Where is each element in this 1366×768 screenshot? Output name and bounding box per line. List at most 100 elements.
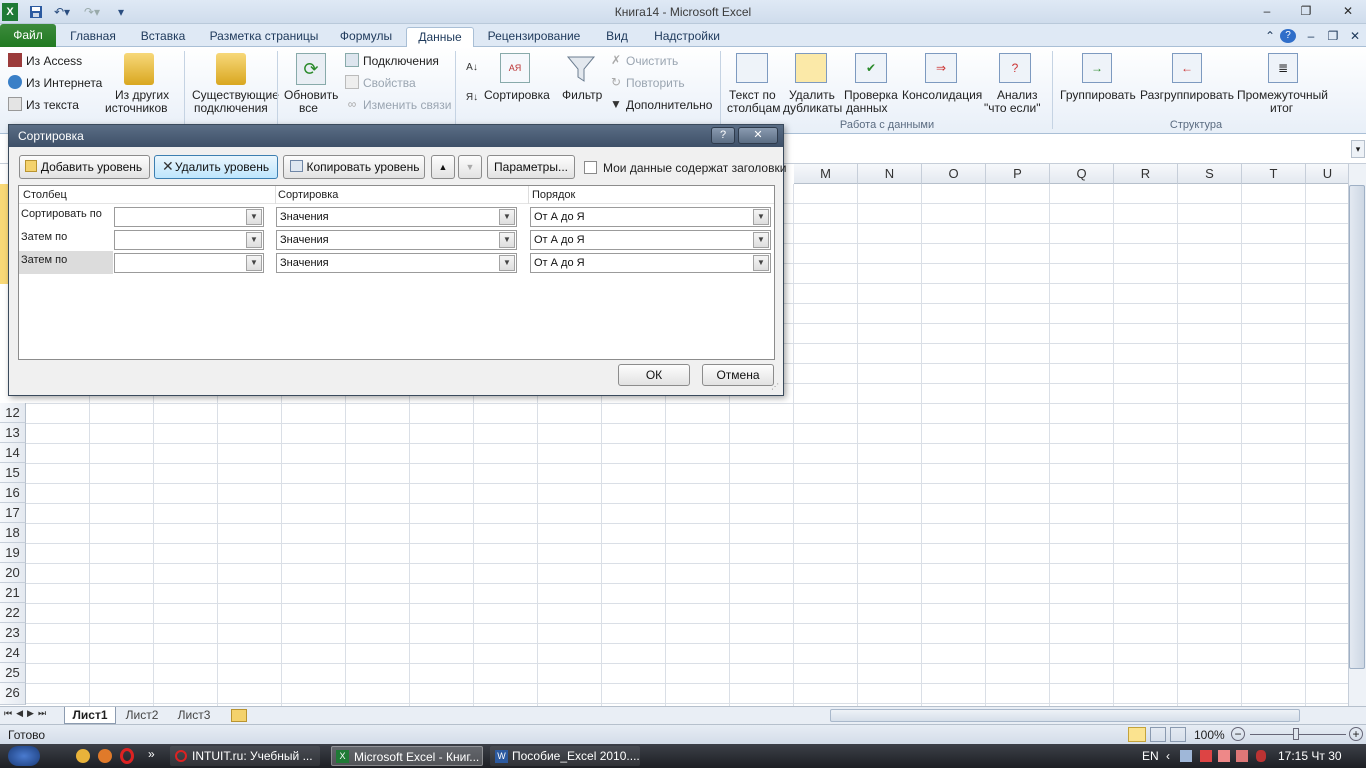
tray-expand-icon[interactable]: ‹ <box>1166 749 1170 763</box>
row-header[interactable]: 17 <box>0 503 26 523</box>
copy-level-button[interactable]: Копировать уровень <box>283 155 425 179</box>
row-header[interactable]: 26 <box>0 683 26 705</box>
row-header[interactable]: 14 <box>0 443 26 463</box>
row-header[interactable]: 13 <box>0 423 26 443</box>
tray-app-icon[interactable] <box>1200 750 1212 762</box>
chevron-down-icon[interactable]: ▼ <box>246 209 262 225</box>
chevron-down-icon[interactable]: ▼ <box>499 209 515 225</box>
opera-icon[interactable] <box>120 748 134 764</box>
row-header[interactable]: 23 <box>0 623 26 643</box>
row-header[interactable]: 22 <box>0 603 26 623</box>
tab-insert[interactable]: Вставка <box>132 27 194 47</box>
row-header[interactable]: 24 <box>0 643 26 663</box>
properties-button[interactable]: Свойства <box>363 76 416 90</box>
filter-button[interactable]: Фильтр <box>562 88 602 102</box>
cancel-button[interactable]: Отмена <box>702 364 774 386</box>
zoom-in-icon[interactable]: + <box>1349 727 1363 741</box>
from-text-button[interactable]: Из текста <box>26 98 79 112</box>
resize-grip-icon[interactable]: ⋰ <box>771 382 781 392</box>
tray-app-icon[interactable] <box>1236 750 1248 762</box>
taskbar-item-excel[interactable]: Microsoft Excel - Книг... <box>331 746 483 766</box>
tab-data[interactable]: Данные <box>406 27 474 48</box>
column-header[interactable]: S <box>1178 164 1242 184</box>
row-header[interactable]: 25 <box>0 663 26 683</box>
sheet-tab[interactable]: Лист2 <box>118 707 166 724</box>
sheet-tab-active[interactable]: Лист1 <box>64 707 116 724</box>
options-button[interactable]: Параметры... <box>487 155 575 179</box>
row-header[interactable]: 18 <box>0 523 26 543</box>
what-if-label-1[interactable]: Анализ <box>997 88 1038 102</box>
text-to-columns-label-2[interactable]: столбцам <box>727 101 780 115</box>
tab-home[interactable]: Главная <box>62 27 124 47</box>
quicklaunch-more-icon[interactable]: » <box>148 747 155 761</box>
tab-addins[interactable]: Надстройки <box>648 27 726 47</box>
sheet-tab[interactable]: Лист3 <box>170 707 218 724</box>
headers-checkbox[interactable] <box>584 161 597 174</box>
clear-filter-button[interactable]: Очистить <box>626 54 678 68</box>
tab-page-layout[interactable]: Разметка страницы <box>204 27 324 47</box>
taskbar-item-word[interactable]: Пособие_Excel 2010.... <box>490 746 640 766</box>
zoom-level[interactable]: 100% <box>1194 728 1225 742</box>
refresh-all-label-2[interactable]: все <box>299 101 318 115</box>
column-header[interactable]: U <box>1306 164 1350 184</box>
restore-button[interactable]: ❐ <box>1293 2 1319 20</box>
sort-on-select[interactable]: Значения ▼ <box>276 207 517 227</box>
existing-connections-label-1[interactable]: Существующие <box>192 88 279 102</box>
column-header[interactable]: R <box>1114 164 1178 184</box>
add-level-button[interactable]: Добавить уровень <box>19 155 150 179</box>
order-select[interactable]: От А до Я ▼ <box>530 230 771 250</box>
minimize-button[interactable]: – <box>1254 2 1280 20</box>
subtotal-label-1[interactable]: Промежуточный <box>1237 88 1328 102</box>
existing-connections-label-2[interactable]: подключения <box>194 101 268 115</box>
text-to-columns-label-1[interactable]: Текст по <box>729 88 776 102</box>
page-layout-icon[interactable] <box>1150 727 1166 742</box>
headers-checkbox-label[interactable]: Мои данные содержат заголовки <box>603 161 786 175</box>
tab-formulas[interactable]: Формулы <box>332 27 400 47</box>
reapply-button[interactable]: Повторить <box>626 76 685 90</box>
column-header[interactable]: T <box>1242 164 1306 184</box>
sort-az-icon[interactable]: A↓ <box>464 57 480 77</box>
new-sheet-icon[interactable] <box>231 709 247 722</box>
page-break-icon[interactable] <box>1170 727 1186 742</box>
subtotal-label-2[interactable]: итог <box>1270 101 1293 115</box>
sort-on-select[interactable]: Значения ▼ <box>276 253 517 273</box>
dialog-help-button[interactable]: ? <box>711 127 735 144</box>
other-sources-label-2[interactable]: источников <box>105 101 168 115</box>
advanced-filter-button[interactable]: Дополнительно <box>626 98 712 112</box>
taskbar-item-browser[interactable]: INTUIT.ru: Учебный ... <box>170 746 320 766</box>
order-select[interactable]: От А до Я ▼ <box>530 253 771 273</box>
doc-restore-icon[interactable]: ❐ <box>1325 27 1341 47</box>
vertical-scroll-thumb[interactable] <box>1349 185 1365 669</box>
dialog-close-button[interactable]: ✕ <box>738 127 778 144</box>
help-icon[interactable]: ? <box>1280 29 1296 43</box>
row-header[interactable]: 21 <box>0 583 26 603</box>
zoom-out-icon[interactable]: − <box>1231 727 1245 741</box>
normal-view-icon[interactable] <box>1128 727 1146 742</box>
move-down-button[interactable]: ▼ <box>458 155 482 179</box>
quicklaunch-icon[interactable] <box>76 749 90 763</box>
column-header[interactable]: Q <box>1050 164 1114 184</box>
chevron-down-icon[interactable]: ▼ <box>246 255 262 271</box>
data-validation-label-2[interactable]: данных <box>846 101 888 115</box>
doc-minimize-icon[interactable]: – <box>1303 27 1319 47</box>
chevron-down-icon[interactable]: ▼ <box>499 232 515 248</box>
sort-on-select[interactable]: Значения ▼ <box>276 230 517 250</box>
other-sources-label-1[interactable]: Из других <box>115 88 169 102</box>
chevron-down-icon[interactable]: ▼ <box>499 255 515 271</box>
network-icon[interactable] <box>1180 750 1192 762</box>
row-header[interactable]: 12 <box>0 403 26 423</box>
tab-file[interactable]: Файл <box>0 24 56 47</box>
column-select[interactable]: ▼ <box>114 230 264 250</box>
ungroup-button[interactable]: Разгруппировать <box>1140 88 1234 102</box>
tab-review[interactable]: Рецензирование <box>482 27 586 47</box>
row-header[interactable]: 15 <box>0 463 26 483</box>
chevron-down-icon[interactable]: ▼ <box>753 255 769 271</box>
edit-links-button[interactable]: Изменить связи <box>363 98 451 112</box>
chevron-down-icon[interactable]: ▼ <box>753 209 769 225</box>
refresh-all-label-1[interactable]: Обновить <box>284 88 338 102</box>
remove-duplicates-label-1[interactable]: Удалить <box>789 88 835 102</box>
ribbon-minimize-icon[interactable]: ⌃ <box>1262 27 1278 47</box>
remove-duplicates-label-2[interactable]: дубликаты <box>783 101 842 115</box>
ok-button[interactable]: ОК <box>618 364 690 386</box>
group-button[interactable]: Группировать <box>1060 88 1136 102</box>
